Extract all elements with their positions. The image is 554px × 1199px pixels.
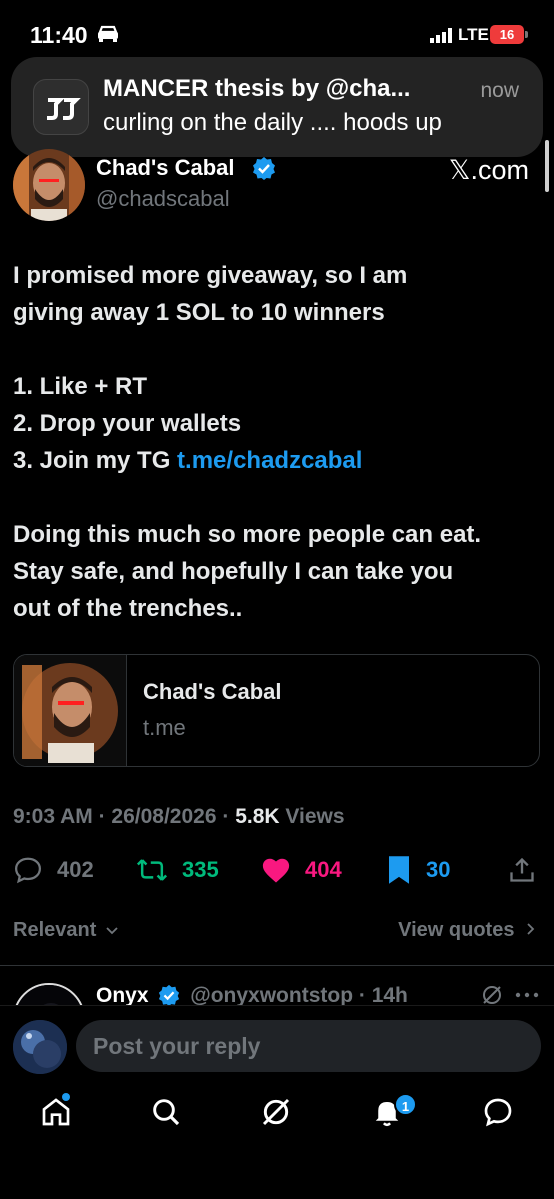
nav-messages[interactable] — [478, 1092, 518, 1132]
retweet-count: 335 — [182, 857, 219, 882]
chat-bubble-icon — [484, 1098, 512, 1127]
share-button[interactable] — [508, 850, 550, 890]
view-quotes-link[interactable]: View quotes — [398, 919, 536, 942]
tweet-line: Doing this much so more people can eat. — [13, 521, 482, 548]
views-count[interactable]: 5.8K — [235, 805, 279, 828]
chevron-down-icon — [106, 927, 118, 935]
bookmark-count: 30 — [426, 857, 451, 882]
share-icon — [510, 857, 534, 882]
link-card-domain: t.me — [143, 715, 186, 740]
notification-banner[interactable]: MANCER thesis by @cha... now curling on … — [11, 57, 543, 157]
tweet-actions: 402 335 404 30 — [13, 850, 538, 890]
network-label: LTE — [458, 25, 489, 44]
telegram-link[interactable]: t.me/chadzcabal — [177, 447, 362, 474]
divider — [0, 965, 554, 966]
tweet-date: 26/08/2026 — [111, 805, 217, 828]
nav-search[interactable] — [146, 1092, 186, 1132]
verified-badge-icon[interactable] — [252, 156, 276, 180]
separator: · — [216, 805, 236, 828]
tweet-line: 3. Join my TG t.me/chadzcabal — [13, 442, 538, 479]
notification-time: now — [480, 79, 519, 102]
heart-icon — [262, 858, 290, 883]
reply-count: 402 — [57, 857, 94, 882]
author-avatar[interactable] — [13, 149, 85, 221]
nav-home[interactable] — [36, 1092, 76, 1132]
chevron-right-icon — [527, 923, 535, 935]
more-options-icon[interactable] — [515, 992, 539, 998]
like-button[interactable]: 404 — [261, 850, 342, 890]
tweet-meta: 9:03 AM · 26/08/2026 · 5.8K Views — [13, 805, 345, 829]
views-label: Views — [279, 805, 345, 828]
tweet-line: I promised more giveaway, so I am — [13, 262, 408, 289]
sort-dropdown[interactable]: Relevant — [13, 919, 119, 942]
nav-grok[interactable] — [256, 1092, 296, 1132]
notification-body: curling on the daily .... hoods up — [103, 109, 442, 136]
separator: · — [353, 984, 372, 1007]
source-label: 𝕏.com — [448, 155, 529, 185]
retweet-button[interactable]: 335 — [136, 850, 219, 890]
link-card-title: Chad's Cabal — [143, 679, 282, 704]
tweet-line: giving away 1 SOL to 10 winners — [13, 299, 385, 326]
separator: · — [92, 805, 112, 828]
user-avatar[interactable] — [13, 1020, 67, 1074]
reply-icon — [14, 857, 42, 884]
reply-time: 14h — [371, 984, 408, 1007]
car-icon — [98, 25, 118, 42]
reply-author-name[interactable]: Onyx — [96, 984, 149, 1007]
author-handle[interactable]: @chadscabal — [96, 186, 230, 212]
view-quotes-label: View quotes — [398, 919, 515, 941]
tweet-line: 1. Like + RT — [13, 373, 148, 400]
link-preview-card[interactable]: Chad's Cabal t.me — [13, 654, 540, 767]
status-bar: 11:40 LTE 16 — [0, 0, 554, 64]
author-name[interactable]: Chad's Cabal — [96, 155, 235, 181]
like-count: 404 — [305, 857, 342, 882]
battery-icon: 16 — [490, 25, 528, 44]
tweet-line: 2. Drop your wallets — [13, 410, 242, 437]
status-time: 11:40 — [30, 22, 88, 48]
bookmark-button[interactable]: 30 — [386, 850, 450, 890]
reply-button[interactable]: 402 — [13, 850, 94, 890]
search-icon — [153, 1099, 180, 1126]
notification-badge: 1 — [394, 1093, 417, 1116]
bookmark-icon — [389, 856, 409, 884]
link-card-image — [14, 655, 127, 766]
tweet-line: Stay safe, and hopefully I can take you — [13, 558, 454, 585]
signal-icon — [430, 28, 452, 43]
tweet-step3-text: 3. Join my TG — [13, 447, 178, 474]
grok-icon[interactable] — [480, 983, 504, 1007]
home-new-dot — [62, 1093, 70, 1101]
tweet-time: 9:03 AM — [13, 805, 93, 828]
tweet-text: I promised more giveaway, so I am giving… — [13, 257, 538, 627]
reply-author-handle[interactable]: @onyxwontstop — [190, 984, 353, 1007]
scrollbar[interactable] — [545, 140, 549, 192]
retweet-icon — [136, 859, 168, 881]
notification-title: MANCER thesis by @cha... — [103, 75, 411, 102]
reply-input[interactable]: Post your reply — [76, 1020, 541, 1072]
sort-label: Relevant — [13, 919, 97, 941]
grok-icon — [262, 1098, 290, 1126]
verified-badge-icon — [159, 984, 180, 1006]
tweet-line: out of the trenches.. — [13, 595, 243, 622]
app-icon — [33, 79, 89, 135]
